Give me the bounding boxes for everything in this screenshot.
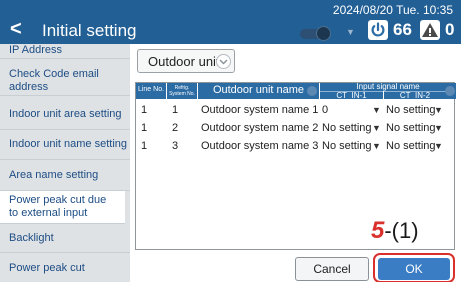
col-refrig-no: Refrig. System No. xyxy=(167,83,197,99)
ct1-select[interactable]: 0 xyxy=(322,104,328,117)
sidebar-item-label: Power peak cut xyxy=(9,261,85,274)
step-suffix: -(1) xyxy=(384,218,419,243)
sidebar-item-label: Power peak cut due to external input xyxy=(9,194,107,219)
header-bar: < Initial setting 2024/08/20 Tue. 10:35 … xyxy=(0,0,461,44)
warning-count: 0 xyxy=(445,20,455,39)
sort-icon[interactable] xyxy=(307,86,317,96)
cell-line-no: 1 xyxy=(141,104,148,116)
cell-line-no: 1 xyxy=(141,122,148,134)
dropdown-arrow-icon[interactable]: ▼ xyxy=(372,141,381,151)
sidebar-item-indoor-area[interactable]: Indoor unit area setting xyxy=(0,100,130,130)
ct2-select[interactable]: No setting xyxy=(386,104,436,117)
dropdown-arrow-icon[interactable]: ▼ xyxy=(434,141,443,151)
sidebar-item-backlight[interactable]: Backlight xyxy=(0,224,130,253)
ct1-select[interactable]: No setting xyxy=(322,140,372,153)
sidebar-item-power-peak-cut-external[interactable]: Power peak cut due to external input xyxy=(0,191,125,224)
sidebar-item-label: Area name setting xyxy=(9,169,99,181)
scroll-right-icon[interactable] xyxy=(445,86,455,96)
back-button[interactable]: < xyxy=(10,19,22,39)
chevron-down-icon[interactable]: ▼ xyxy=(346,27,355,37)
sidebar-item-label: Indoor unit area setting xyxy=(9,108,122,120)
sidebar-item-indoor-name[interactable]: Indoor unit name setting xyxy=(0,130,130,160)
toggle-knob xyxy=(316,26,331,41)
warning-icon[interactable] xyxy=(420,20,440,40)
cell-refrig-no: 2 xyxy=(172,122,179,134)
sidebar-item-label: Indoor unit name setting xyxy=(9,138,128,150)
step-annotation: 5-(1) xyxy=(371,218,419,244)
sidebar-item-label: Check Code email address xyxy=(9,67,99,93)
cell-outdoor-name: Outdoor system name 3 xyxy=(201,140,319,152)
cell-line-no: 1 xyxy=(141,140,148,152)
col-line-no: Line No. xyxy=(136,83,166,99)
toggle-switch[interactable] xyxy=(300,25,336,43)
sidebar-item-label: Backlight xyxy=(9,231,54,244)
cancel-button[interactable]: Cancel xyxy=(295,257,369,281)
cell-outdoor-name: Outdoor system name 2 xyxy=(201,122,319,134)
chevron-down-icon xyxy=(216,54,231,69)
ct2-select[interactable]: No setting xyxy=(386,140,436,153)
dropdown-arrow-icon[interactable]: ▼ xyxy=(434,105,443,115)
sidebar-item-label: IP Address xyxy=(9,44,62,56)
sidebar-item-ip-address[interactable]: IP Address xyxy=(0,43,130,59)
col-outdoor-unit-name[interactable]: Outdoor unit name xyxy=(198,83,319,99)
dropdown-arrow-icon[interactable]: ▼ xyxy=(434,123,443,133)
ct1-select[interactable]: No setting xyxy=(322,122,372,135)
page-title: Initial setting xyxy=(42,21,137,40)
dropdown-arrow-icon[interactable]: ▼ xyxy=(372,123,381,133)
sidebar: IP Address Check Code email address Indo… xyxy=(0,44,130,282)
ct2-select[interactable]: No setting xyxy=(386,122,436,135)
cell-outdoor-name: Outdoor system name 1 xyxy=(201,104,319,116)
ok-button[interactable]: OK xyxy=(378,258,450,280)
sidebar-item-check-code-email[interactable]: Check Code email address xyxy=(0,66,130,96)
datetime-display: 2024/08/20 Tue. 10:35 xyxy=(332,3,453,17)
col-ct-in-1: CT_IN-1 xyxy=(320,91,383,100)
cell-refrig-no: 1 xyxy=(172,104,179,116)
col-ct-in-2: CT_IN-2 xyxy=(384,91,446,100)
unit-type-select[interactable]: Outdoor unit xyxy=(137,49,235,73)
cell-refrig-no: 3 xyxy=(172,140,179,152)
step-number: 5 xyxy=(371,217,385,244)
sidebar-item-power-peak-cut[interactable]: Power peak cut xyxy=(0,254,130,282)
unit-type-label: Outdoor unit xyxy=(148,54,220,69)
dropdown-arrow-icon[interactable]: ▼ xyxy=(372,105,381,115)
sidebar-item-area-name[interactable]: Area name setting xyxy=(0,161,130,191)
power-icon[interactable] xyxy=(368,20,388,40)
col-outdoor-unit-name-label: Outdoor unit name xyxy=(212,84,305,96)
col-input-signal-group: Input signal name xyxy=(320,83,456,91)
power-count: 66 xyxy=(393,20,412,39)
